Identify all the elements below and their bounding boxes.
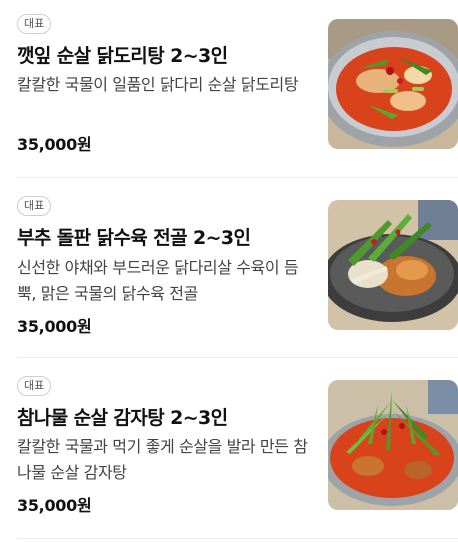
menu-item-description: 신선한 야채와 부드러운 닭다리살 수육이 듬뿍, 맑은 국물의 닭수육 전골 — [17, 258, 299, 303]
perilla-chicken-stew-photo[interactable] — [328, 19, 458, 149]
menu-item-perilla-chicken-stew[interactable]: 대표 깻잎 순살 닭도리탕 2~3인 칼칼한 국물이 일품인 닭다리 순살 닭도… — [0, 0, 458, 178]
item-divider — [17, 538, 458, 539]
stew-photo-illustration — [328, 19, 458, 149]
menu-item-chive-chicken-hotpot[interactable]: 대표 부추 돌판 닭수육 전골 2~3인 신선한 야채와 부드러운 닭다리살 수… — [0, 180, 458, 358]
menu-item-name: 깻잎 순살 닭도리탕 2~3인 — [17, 45, 228, 67]
chive-chicken-hotpot-photo[interactable] — [328, 200, 458, 330]
menu-list: 대표 깻잎 순살 닭도리탕 2~3인 칼칼한 국물이 일품인 닭다리 순살 닭도… — [0, 0, 458, 542]
menu-item-price: 35,000원 — [17, 496, 92, 515]
signature-badge: 대표 — [17, 14, 52, 34]
potato-stew-photo-illustration — [328, 380, 458, 510]
signature-badge: 대표 — [17, 376, 52, 396]
menu-item-name: 부추 돌판 닭수육 전골 2~3인 — [17, 227, 251, 249]
menu-item-name: 참나물 순살 감자탕 2~3인 — [17, 407, 228, 429]
menu-item-price: 35,000원 — [17, 135, 92, 154]
menu-item-description: 칼칼한 국물이 일품인 닭다리 순살 닭도리탕 — [17, 75, 299, 94]
item-divider — [17, 357, 458, 358]
hotpot-photo-illustration — [328, 200, 458, 330]
menu-item-price: 35,000원 — [17, 317, 92, 336]
item-divider — [17, 177, 458, 178]
menu-item-chamnamul-potato-stew[interactable]: 대표 참나물 순살 감자탕 2~3인 칼칼한 국물과 먹기 좋게 순살을 발라 … — [0, 361, 458, 539]
chamnamul-potato-stew-photo[interactable] — [328, 380, 458, 510]
menu-item-description: 칼칼한 국물과 먹기 좋게 순살을 발라 만든 참나물 순살 감자탕 — [17, 437, 308, 482]
signature-badge: 대표 — [17, 196, 52, 216]
